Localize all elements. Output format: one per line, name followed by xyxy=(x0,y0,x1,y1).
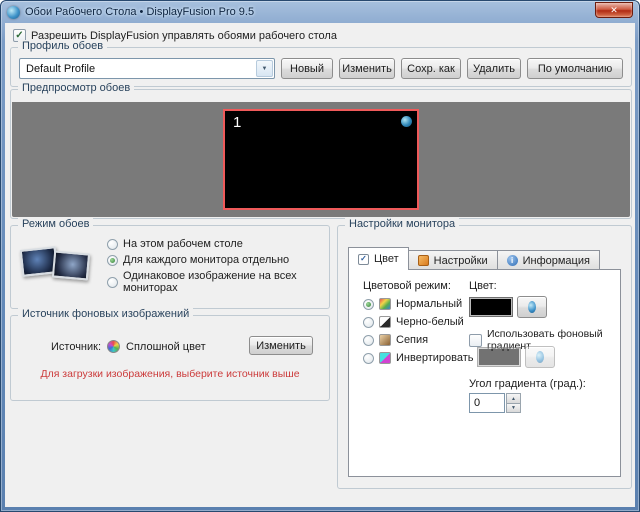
profile-select[interactable]: Default Profile ▼ xyxy=(19,58,275,79)
tab-settings[interactable]: Настройки xyxy=(409,250,498,270)
color-mode-grayscale[interactable]: Черно-белый xyxy=(363,316,464,328)
color-mode-sepia[interactable]: Сепия xyxy=(363,334,428,346)
profile-group: Профиль обоев Default Profile ▼ Новый Из… xyxy=(10,47,632,87)
solid-color-icon xyxy=(107,340,120,353)
color-mode-normal[interactable]: Нормальный xyxy=(363,298,462,310)
normal-color-icon xyxy=(379,298,391,310)
gradient-color-picker-button[interactable] xyxy=(525,346,555,368)
displayfusion-app-icon xyxy=(7,6,20,19)
monitor-preview[interactable]: 1 xyxy=(223,109,419,210)
color-picker-button[interactable] xyxy=(517,296,547,318)
settings-tabs: ✓ Цвет Настройки i Информация xyxy=(348,247,600,270)
titlebar: Обои Рабочего Стола • DisplayFusion Pro … xyxy=(1,1,639,23)
info-icon: i xyxy=(507,255,518,266)
spin-down-icon[interactable]: ▼ xyxy=(506,403,521,413)
default-profile-button[interactable]: По умолчанию xyxy=(527,58,623,79)
mode-option-per-monitor[interactable]: Для каждого монитора отдельно xyxy=(107,254,289,266)
edit-profile-button[interactable]: Изменить xyxy=(339,58,395,79)
gradient-angle-input[interactable] xyxy=(469,393,505,413)
tab-color-label: Цвет xyxy=(374,253,399,265)
color-swatch[interactable] xyxy=(469,297,513,317)
source-group-title: Источник фоновых изображений xyxy=(18,308,193,320)
delete-profile-button[interactable]: Удалить xyxy=(467,58,521,79)
mode-option-label: Для каждого монитора отдельно xyxy=(123,254,289,266)
new-profile-button[interactable]: Новый xyxy=(281,58,333,79)
color-mode-option-label: Черно-белый xyxy=(396,316,464,328)
profile-controls-row: Default Profile ▼ Новый Изменить Сохр. к… xyxy=(19,58,623,79)
gradient-angle-spinner: ▲ ▼ xyxy=(469,393,521,413)
chevron-down-icon[interactable]: ▼ xyxy=(256,60,273,77)
mode-option-same-image[interactable]: Одинаковое изображение на всех мониторах xyxy=(107,270,329,294)
mode-group-title: Режим обоев xyxy=(18,218,93,230)
color-mode-option-label: Инвертировать xyxy=(396,352,473,364)
preview-group-title: Предпросмотр обоев xyxy=(18,82,134,94)
color-mode-invert[interactable]: Инвертировать xyxy=(363,352,473,364)
radio-icon[interactable] xyxy=(107,277,118,288)
gradient-checkbox[interactable] xyxy=(469,334,482,347)
profile-group-title: Профиль обоев xyxy=(18,40,107,52)
displayfusion-logo-icon xyxy=(401,116,412,127)
image-source-group: Источник фоновых изображений Источник: С… xyxy=(10,315,330,401)
radio-icon[interactable] xyxy=(363,353,374,364)
spin-buttons: ▲ ▼ xyxy=(506,393,521,413)
color-mode-option-label: Нормальный xyxy=(396,298,462,310)
app-window: Обои Рабочего Стола • DisplayFusion Pro … xyxy=(0,0,640,512)
settings-group-title: Настройки монитора xyxy=(345,218,459,230)
source-warning-text: Для загрузки изображения, выберите источ… xyxy=(11,368,329,380)
window-title: Обои Рабочего Стола • DisplayFusion Pro … xyxy=(25,6,590,18)
color-swatch-row xyxy=(469,296,547,318)
mode-option-label: Одинаковое изображение на всех мониторах xyxy=(123,270,329,294)
monitor-settings-group: Настройки монитора ✓ Цвет Настройки i Ин… xyxy=(337,225,632,489)
client-area: ✓ Разрешить DisplayFusion управлять обоя… xyxy=(5,23,635,507)
color-label: Цвет: xyxy=(469,280,497,292)
gear-icon xyxy=(418,255,429,266)
change-source-button[interactable]: Изменить xyxy=(249,336,313,355)
tab-settings-label: Настройки xyxy=(434,255,488,267)
close-button[interactable]: ✕ xyxy=(595,2,633,18)
radio-icon[interactable] xyxy=(363,335,374,346)
source-row: Источник: Сплошной цвет xyxy=(51,340,206,353)
monitor-number-label: 1 xyxy=(233,114,241,131)
radio-icon[interactable] xyxy=(107,255,118,266)
radio-icon[interactable] xyxy=(363,299,374,310)
sepia-icon xyxy=(379,334,391,346)
radio-icon[interactable] xyxy=(107,239,118,250)
color-wheel-icon xyxy=(536,351,544,363)
preview-area: 1 xyxy=(12,102,630,217)
source-label: Источник: xyxy=(51,341,101,353)
color-mode-option-label: Сепия xyxy=(396,334,428,346)
tab-color[interactable]: ✓ Цвет xyxy=(348,247,409,270)
source-value: Сплошной цвет xyxy=(126,341,206,353)
mode-option-label: На этом рабочем столе xyxy=(123,238,243,250)
color-tab-panel: Цветовой режим: Нормальный Черно-белый С… xyxy=(348,269,621,477)
spin-up-icon[interactable]: ▲ xyxy=(506,393,521,403)
tab-information-label: Информация xyxy=(523,255,590,267)
radio-icon[interactable] xyxy=(363,317,374,328)
gradient-angle-label: Угол градиента (град.): xyxy=(469,378,586,390)
color-mode-label: Цветовой режим: xyxy=(363,280,451,292)
color-enabled-checkbox[interactable]: ✓ xyxy=(358,254,369,265)
wallpaper-mode-group: Режим обоев На этом рабочем столе Для ка… xyxy=(10,225,330,309)
tab-information[interactable]: i Информация xyxy=(498,250,600,270)
mode-option-this-desktop[interactable]: На этом рабочем столе xyxy=(107,238,243,250)
monitor-thumbnail-icon xyxy=(52,250,90,280)
invert-icon xyxy=(379,352,391,364)
dual-monitors-image xyxy=(19,240,97,294)
profile-select-value: Default Profile xyxy=(20,63,256,75)
gradient-swatch-row xyxy=(477,346,555,368)
grayscale-icon xyxy=(379,316,391,328)
color-wheel-icon xyxy=(528,301,536,313)
wallpaper-preview-group: Предпросмотр обоев 1 xyxy=(10,89,632,219)
gradient-color-swatch[interactable] xyxy=(477,347,521,367)
save-as-profile-button[interactable]: Сохр. как xyxy=(401,58,461,79)
